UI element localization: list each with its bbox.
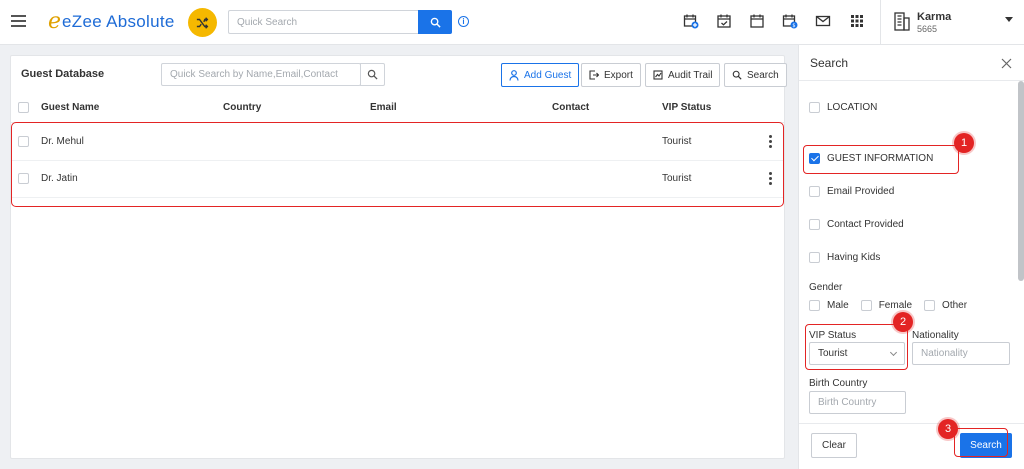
location-checkbox[interactable] — [809, 102, 820, 113]
audit-trail-button[interactable]: Audit Trail — [645, 63, 721, 87]
search-label: Search — [747, 69, 779, 81]
gender-male-option[interactable]: Male — [809, 300, 849, 311]
property-code: 5665 — [917, 24, 938, 34]
mail-icon[interactable] — [815, 13, 831, 29]
gender-female-checkbox[interactable] — [860, 300, 872, 311]
quick-search-input[interactable] — [228, 10, 418, 34]
brand-name: eZee Absolute — [62, 12, 175, 31]
add-guest-label: Add Guest — [524, 69, 572, 81]
column-contact[interactable]: Contact — [552, 102, 589, 113]
column-vip-status[interactable]: VIP Status — [662, 102, 711, 113]
contact-provided-label: Contact Provided — [827, 219, 904, 230]
having-kids-checkbox[interactable] — [809, 252, 820, 263]
export-label: Export — [604, 69, 633, 81]
gender-other-checkbox[interactable] — [924, 300, 936, 311]
close-icon[interactable] — [1001, 58, 1012, 69]
svg-text:$: $ — [792, 23, 795, 29]
select-all-checkbox[interactable] — [18, 102, 29, 113]
gender-female-label: Female — [878, 300, 913, 311]
search-drawer: Search LOCATION GUEST INFORMATION Email … — [798, 45, 1024, 469]
search-icon — [367, 69, 378, 80]
column-email[interactable]: Email — [370, 102, 397, 113]
gender-male-label: Male — [827, 300, 849, 311]
search-button[interactable]: Search — [724, 63, 787, 87]
gender-male-checkbox[interactable] — [809, 300, 820, 311]
audit-trail-label: Audit Trail — [668, 69, 713, 81]
search-button-highlight — [954, 428, 1008, 457]
having-kids-label: Having Kids — [827, 252, 881, 263]
menu-icon[interactable] — [11, 15, 26, 27]
export-icon — [589, 70, 599, 80]
property-name: Karma — [917, 11, 952, 23]
email-provided-filter[interactable]: Email Provided — [809, 186, 894, 197]
birth-country-label: Birth Country — [809, 378, 868, 389]
location-label: LOCATION — [827, 102, 878, 113]
property-selector[interactable]: Karma 5665 — [880, 0, 1024, 45]
nationality-label: Nationality — [912, 330, 959, 341]
add-guest-button[interactable]: Add Guest — [501, 63, 580, 87]
gender-other-label: Other — [942, 300, 968, 311]
guest-database-panel: Guest Database Add Guest Export Audit Tr… — [10, 55, 787, 459]
results-highlight — [11, 122, 784, 207]
email-provided-checkbox[interactable] — [809, 186, 820, 197]
email-provided-label: Email Provided — [827, 186, 895, 197]
step-badge-1: 1 — [954, 133, 974, 153]
vip-status-highlight — [805, 324, 908, 370]
calendar-dollar-icon[interactable]: $ — [782, 13, 798, 29]
shuffle-icon — [196, 16, 208, 29]
having-kids-filter[interactable]: Having Kids — [809, 252, 880, 263]
table-header: Guest Name Country Email Contact VIP Sta… — [11, 93, 784, 123]
calendar-check-icon[interactable] — [716, 13, 732, 29]
gender-options: Male Female Other — [809, 300, 979, 311]
drawer-scrollbar[interactable] — [1018, 81, 1024, 281]
search-icon — [430, 17, 441, 28]
caret-down-icon[interactable] — [1005, 17, 1013, 22]
step-badge-3: 3 — [938, 419, 958, 439]
export-button[interactable]: Export — [581, 63, 641, 87]
brand-mark: e — [48, 9, 62, 34]
contact-provided-checkbox[interactable] — [809, 219, 820, 230]
user-icon — [509, 69, 519, 81]
location-filter[interactable]: LOCATION — [809, 102, 877, 113]
clear-button[interactable]: Clear — [811, 433, 857, 458]
audit-trail-icon — [653, 70, 663, 80]
guest-search-input[interactable] — [161, 63, 361, 86]
drawer-title: Search — [810, 56, 849, 70]
column-country[interactable]: Country — [223, 102, 261, 113]
birth-country-input[interactable] — [809, 391, 906, 414]
shuffle-button[interactable] — [188, 8, 217, 37]
gender-female-option[interactable]: Female — [860, 300, 913, 311]
search-icon — [732, 70, 742, 80]
brand-logo[interactable]: e eZee Absolute — [48, 10, 175, 34]
page-title: Guest Database — [21, 68, 105, 80]
contact-provided-filter[interactable]: Contact Provided — [809, 219, 904, 230]
gender-label: Gender — [809, 282, 843, 293]
info-icon[interactable]: i — [458, 16, 469, 27]
step-badge-2: 2 — [893, 312, 913, 332]
building-icon — [894, 12, 910, 31]
drawer-header: Search — [799, 45, 1024, 81]
gender-other-option[interactable]: Other — [924, 300, 967, 311]
apps-grid-icon[interactable] — [849, 13, 865, 29]
calendar-plus-icon[interactable] — [683, 13, 699, 29]
top-bar: e eZee Absolute i $ Karma 5665 — [0, 0, 1024, 45]
nationality-input[interactable] — [912, 342, 1010, 365]
calendar-icon[interactable] — [749, 13, 765, 29]
column-guest-name[interactable]: Guest Name — [41, 102, 99, 113]
quick-search-button[interactable] — [418, 10, 452, 34]
guest-search-button[interactable] — [360, 63, 385, 86]
guest-information-highlight — [803, 145, 959, 174]
